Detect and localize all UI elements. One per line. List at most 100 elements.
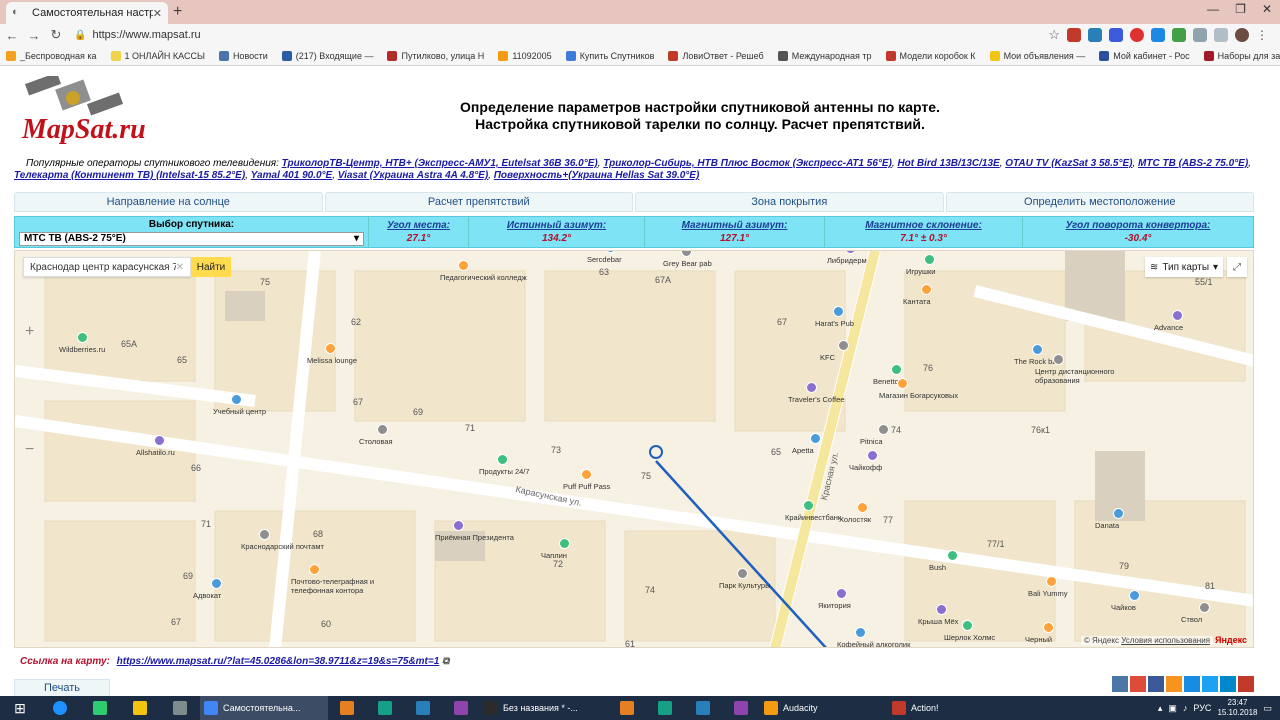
menu-icon[interactable]: ⋮ <box>1256 28 1268 42</box>
map-label[interactable]: Почтово-телеграфная и телефонная контора <box>291 577 401 595</box>
notifications-icon[interactable]: ▭ <box>1263 703 1272 714</box>
zoom-in-icon[interactable]: + <box>25 323 34 341</box>
map-poi-icon[interactable] <box>1053 354 1064 365</box>
map-poi-icon[interactable] <box>962 620 973 631</box>
map-poi-icon[interactable] <box>855 627 866 638</box>
fullscreen-icon[interactable]: ⤢ <box>1227 257 1247 277</box>
bookmark-item[interactable]: Новости <box>218 50 268 61</box>
map-poi-icon[interactable] <box>891 364 902 375</box>
map-poi-icon[interactable] <box>803 500 814 511</box>
map-label[interactable]: Advance <box>1154 323 1183 332</box>
minimize-icon[interactable]: — <box>1207 2 1219 16</box>
bookmark-item[interactable]: Мой кабинет - Рос <box>1099 50 1190 61</box>
bookmark-item[interactable]: _Беспроводная ка <box>6 50 97 61</box>
map-poi-icon[interactable] <box>231 394 242 405</box>
map-poi-icon[interactable] <box>806 382 817 393</box>
satellite-select[interactable]: МТС ТВ (ABS-2 75°E) ▾ <box>19 231 364 246</box>
vk-icon[interactable] <box>1112 676 1128 692</box>
map-label[interactable]: Якитория <box>818 601 851 610</box>
extension-icon[interactable] <box>1151 28 1165 42</box>
map-poi-icon[interactable] <box>211 578 222 589</box>
map-poi-icon[interactable] <box>154 435 165 446</box>
map-poi-icon[interactable] <box>838 340 849 351</box>
bookmark-item[interactable]: Купить Спутников <box>565 50 654 61</box>
map-label[interactable]: Pitnica <box>860 437 883 446</box>
map-type-button[interactable]: ≋ Тип карты ▾ <box>1145 257 1223 277</box>
close-tab-icon[interactable]: ✕ <box>153 7 162 20</box>
map-label[interactable]: Sercdebar <box>587 255 622 264</box>
forward-icon[interactable]: → <box>24 28 44 43</box>
map-poi-icon[interactable] <box>924 254 935 265</box>
new-tab-icon[interactable]: + <box>173 3 182 21</box>
map-poi-icon[interactable] <box>259 529 270 540</box>
map-poi-icon[interactable] <box>1172 310 1183 321</box>
extension-icon[interactable] <box>1130 28 1144 42</box>
map-poi-icon[interactable] <box>1199 602 1210 613</box>
map-label[interactable]: Кофейный алкоголик <box>837 640 910 647</box>
map-poi-icon[interactable] <box>833 306 844 317</box>
map-label[interactable]: Учебный центр <box>213 407 266 416</box>
terms-link[interactable]: Условия использования <box>1121 636 1210 645</box>
odnoklassniki-icon[interactable] <box>1166 676 1182 692</box>
twitter-icon[interactable] <box>1202 676 1218 692</box>
map-label[interactable]: Ствол <box>1181 615 1202 624</box>
pinned-app-icon[interactable] <box>646 696 684 720</box>
taskbar-window[interactable]: Без названия * -... <box>480 696 608 720</box>
pinned-app-icon[interactable] <box>608 696 646 720</box>
map-label[interactable]: Столовая <box>359 437 393 446</box>
pinned-app-icon[interactable] <box>366 696 404 720</box>
feature-tab[interactable]: Расчет препятствий <box>324 192 633 212</box>
copy-icon[interactable]: ⧉ <box>442 656 449 667</box>
bookmark-item[interactable]: Международная тр <box>777 50 872 61</box>
pinned-app-icon[interactable] <box>722 696 760 720</box>
map-label[interactable]: Адвокат <box>193 591 221 600</box>
map-poi-icon[interactable] <box>309 564 320 575</box>
telegram-icon[interactable] <box>1220 676 1236 692</box>
network-icon[interactable]: ▣ <box>1168 703 1177 714</box>
mail-ru-icon[interactable] <box>1184 676 1200 692</box>
map-poi-icon[interactable] <box>1046 576 1057 587</box>
location-marker[interactable] <box>649 445 663 459</box>
pinned-app-icon[interactable] <box>404 696 442 720</box>
operator-link[interactable]: Телекарта (Континент ТВ) (Intelsat-15 85… <box>14 170 245 181</box>
volume-icon[interactable]: ♪ <box>1183 703 1188 713</box>
map-label[interactable]: Приёмная Президента <box>435 533 514 542</box>
pinned-app-icon[interactable] <box>328 696 366 720</box>
extension-icon[interactable] <box>1214 28 1228 42</box>
map-poi-icon[interactable] <box>857 502 868 513</box>
find-button[interactable]: Найти <box>191 257 231 277</box>
pinned-app-icon[interactable] <box>442 696 480 720</box>
bookmark-item[interactable]: Мои объявления — <box>989 50 1085 61</box>
bookmark-item[interactable]: 11092005 <box>498 50 552 61</box>
map-label[interactable]: Парк Культуры <box>719 581 771 590</box>
true-azimuth-label[interactable]: Истинный азимут: <box>469 220 644 231</box>
magnetic-declination-label[interactable]: Магнитное склонение: <box>825 220 1022 231</box>
map-poi-icon[interactable] <box>453 520 464 531</box>
extension-icon[interactable] <box>1172 28 1186 42</box>
operator-link[interactable]: ТриколорТВ-Центр, НТВ+ (Экспресс-АМУ1, E… <box>282 158 598 169</box>
close-window-icon[interactable]: ✕ <box>1262 2 1272 16</box>
map-poi-icon[interactable] <box>867 450 878 461</box>
bookmark-item[interactable]: ЛовиОтвет - Решеб <box>668 50 764 61</box>
explorer-icon[interactable] <box>120 696 160 720</box>
map-label[interactable]: Либридерм <box>827 256 867 265</box>
map-label[interactable]: Harat's Pub <box>815 319 854 328</box>
map-label[interactable]: Холостяк <box>839 515 871 524</box>
map-label[interactable]: Apetta <box>792 446 814 455</box>
map-poi-icon[interactable] <box>878 424 889 435</box>
map-poi-icon[interactable] <box>810 433 821 444</box>
extension-icon[interactable] <box>1088 28 1102 42</box>
browser-tab[interactable]: ◐ Самостоятельная настройка спутниковой … <box>6 2 168 24</box>
map-poi-icon[interactable] <box>947 550 958 561</box>
mapsat-logo[interactable]: MapSat.ru <box>18 76 148 156</box>
language-indicator[interactable]: РУС <box>1193 703 1211 713</box>
map-poi-icon[interactable] <box>559 538 570 549</box>
map-label[interactable]: KFC <box>820 353 835 362</box>
map-label[interactable]: Центр дистанционного образования <box>1035 367 1145 385</box>
map-poi-icon[interactable] <box>897 378 908 389</box>
map-label[interactable]: Краснодарский почтамт <box>241 542 324 551</box>
map-search-input[interactable]: Краснодар центр карасунская 7 ✕ <box>23 257 191 277</box>
feature-tab[interactable]: Направление на солнце <box>14 192 323 212</box>
converter-angle-label[interactable]: Угол поворота конвертора: <box>1023 220 1253 231</box>
map-label[interactable]: Игрушки <box>906 267 935 276</box>
